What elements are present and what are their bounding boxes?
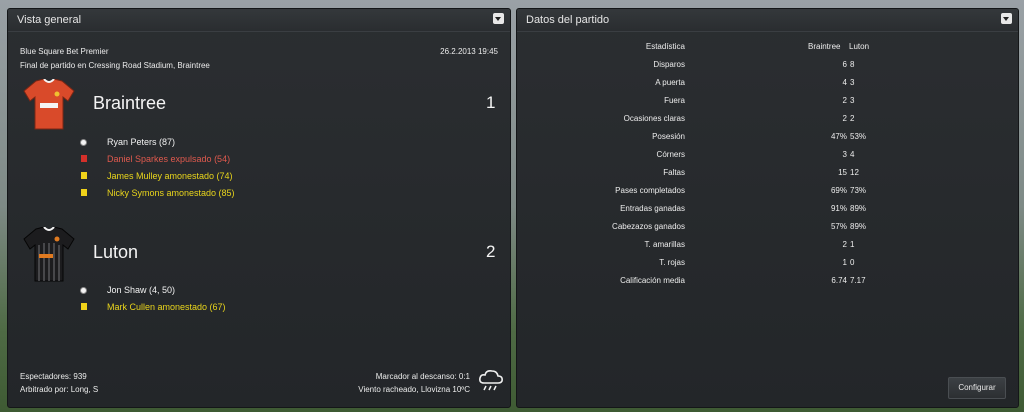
overview-menu-dropdown-icon[interactable] (493, 13, 504, 24)
spectators-count: Espectadores: 939 (20, 372, 87, 381)
stat-label: Calificación media (620, 276, 685, 285)
event-text: Daniel Sparkes expulsado (54) (107, 154, 231, 164)
stat-row: Pases completados 69% 73% (517, 186, 1018, 204)
stat-away-value: 3 (850, 78, 855, 87)
referee-name: Arbitrado por: Long, S (20, 385, 99, 394)
goal-ball-icon (80, 287, 87, 294)
weather-info: Viento racheado, Llovizna 10ºC (358, 385, 470, 394)
red-card-icon (81, 155, 87, 162)
stat-away-value: 53% (850, 132, 867, 141)
stat-label: Fuera (664, 96, 685, 105)
competition-name: Blue Square Bet Premier (20, 47, 109, 56)
stat-home-value: 47% (830, 132, 847, 141)
stat-home-value: 6.74 (831, 276, 847, 285)
overview-title: Vista general (17, 14, 82, 26)
event-text: Mark Cullen amonestado (67) (107, 302, 226, 312)
stat-row: Disparos 6 8 (517, 60, 1018, 78)
stat-away-value: 4 (850, 150, 855, 159)
stat-away-value: 0 (850, 258, 855, 267)
stat-row: Ocasiones claras 2 2 (517, 114, 1018, 132)
yellow-card-icon (81, 172, 87, 179)
stat-row: Calificación media 6.74 7.17 (517, 276, 1018, 294)
stat-away-value: 8 (850, 60, 855, 69)
stat-label: Disparos (653, 60, 685, 69)
stat-label: Cabezazos ganados (612, 222, 685, 231)
stat-row: T. amarillas 2 1 (517, 240, 1018, 258)
stat-row: Córners 3 4 (517, 150, 1018, 168)
event-text: Ryan Peters (87) (107, 137, 176, 147)
stat-away-value: 89% (850, 204, 867, 213)
stat-home-value: 2 (842, 114, 847, 123)
event-goal: Ryan Peters (87) (80, 136, 380, 152)
away-team-score: 2 (486, 242, 496, 261)
event-red-card: Daniel Sparkes expulsado (54) (80, 153, 380, 169)
stat-home-value: 2 (842, 240, 847, 249)
event-yellow-card: Nicky Symons amonestado (85) (80, 187, 380, 203)
stat-home-value: 3 (842, 150, 847, 159)
stat-row: Cabezazos ganados 57% 89% (517, 222, 1018, 240)
stat-home-value: 91% (830, 204, 847, 213)
yellow-card-icon (81, 303, 87, 310)
stat-home-value: 2 (842, 96, 847, 105)
stats-menu-dropdown-icon[interactable] (1001, 13, 1012, 24)
stat-away-value: 2 (850, 114, 855, 123)
stats-header-away: Luton (849, 42, 870, 51)
stats-title: Datos del partido (526, 14, 610, 26)
match-datetime: 26.2.2013 19:45 (440, 47, 498, 56)
event-text: Jon Shaw (4, 50) (107, 285, 176, 295)
stat-label: Pases completados (615, 186, 685, 195)
stat-home-value: 57% (830, 222, 847, 231)
match-stats-panel: Datos del partido Estadística Braintree … (516, 8, 1019, 408)
stat-label: Córners (656, 150, 685, 159)
away-team-name[interactable]: Luton (93, 242, 138, 263)
stats-header-home: Braintree (808, 42, 841, 51)
stat-away-value: 12 (850, 168, 859, 177)
stats-column-headers: Estadística Braintree Luton (517, 42, 1018, 60)
stat-label: Entradas ganadas (620, 204, 685, 213)
home-team-score: 1 (486, 93, 496, 112)
stats-header-label: Estadística (645, 42, 685, 51)
stat-row: Fuera 2 3 (517, 96, 1018, 114)
goal-ball-icon (80, 139, 87, 146)
stat-row: Posesión 47% 53% (517, 132, 1018, 150)
stat-row: Entradas ganadas 91% 89% (517, 204, 1018, 222)
stat-label: T. rojas (659, 258, 685, 267)
halftime-score: Marcador al descanso: 0:1 (375, 372, 470, 381)
stat-row: Faltas 15 12 (517, 168, 1018, 186)
stat-away-value: 7.17 (850, 276, 866, 285)
stat-label: A puerta (655, 78, 685, 87)
stats-header: Datos del partido (517, 9, 1018, 32)
rain-cloud-icon (479, 370, 503, 391)
stat-label: Posesión (652, 132, 685, 141)
luton-shirt-icon (23, 227, 75, 282)
stat-home-value: 15 (838, 168, 847, 177)
event-goal: Jon Shaw (4, 50) (80, 284, 380, 300)
stat-label: T. amarillas (644, 240, 685, 249)
stat-home-value: 69% (830, 186, 847, 195)
event-yellow-card: James Mulley amonestado (74) (80, 170, 380, 186)
configure-button[interactable]: Configurar (948, 377, 1006, 399)
stat-home-value: 4 (842, 78, 847, 87)
braintree-shirt-icon (23, 79, 75, 130)
home-team-name[interactable]: Braintree (93, 93, 166, 114)
stat-label: Faltas (663, 168, 685, 177)
stat-label: Ocasiones claras (623, 114, 685, 123)
yellow-card-icon (81, 189, 87, 196)
overview-panel: Vista general Blue Square Bet Premier 26… (7, 8, 511, 408)
stat-away-value: 89% (850, 222, 867, 231)
stat-away-value: 3 (850, 96, 855, 105)
event-text: James Mulley amonestado (74) (107, 171, 233, 181)
stat-away-value: 1 (850, 240, 855, 249)
stat-row: T. rojas 1 0 (517, 258, 1018, 276)
event-yellow-card: Mark Cullen amonestado (67) (80, 301, 380, 317)
overview-header: Vista general (8, 9, 510, 32)
stat-away-value: 73% (850, 186, 867, 195)
stat-home-value: 6 (842, 60, 847, 69)
stat-home-value: 1 (842, 258, 847, 267)
event-text: Nicky Symons amonestado (85) (107, 188, 235, 198)
stat-row: A puerta 4 3 (517, 78, 1018, 96)
match-venue-info: Final de partido en Cressing Road Stadiu… (20, 61, 210, 70)
